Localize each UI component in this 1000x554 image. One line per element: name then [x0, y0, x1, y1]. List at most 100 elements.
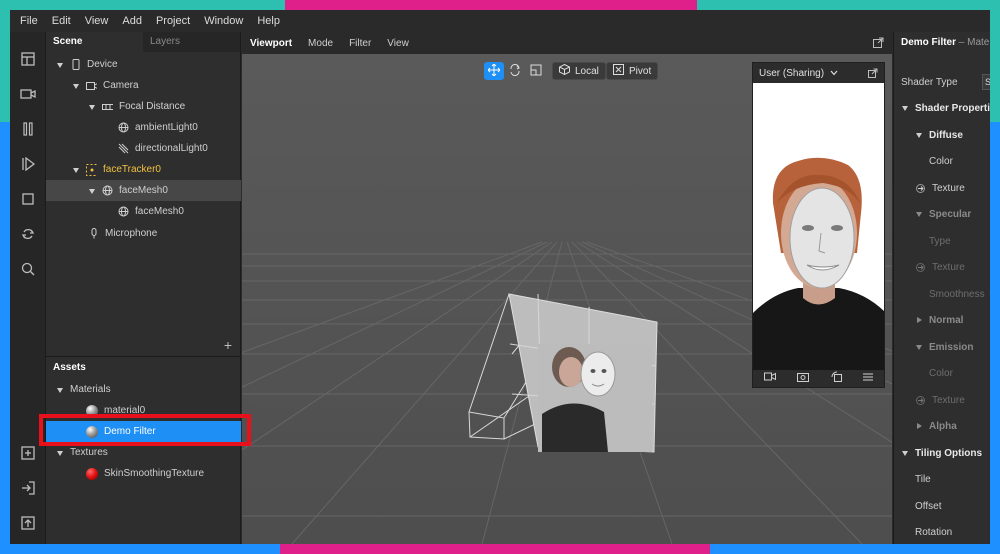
- search-icon[interactable]: [19, 260, 37, 278]
- move-tool-button[interactable]: [484, 62, 504, 80]
- property-label: Smoothness: [929, 288, 985, 300]
- scale-icon: [530, 64, 542, 79]
- expand-icon[interactable]: [873, 37, 884, 51]
- property-diffuse-texture: Texture: [894, 175, 990, 201]
- arrow-right-icon[interactable]: [915, 183, 926, 194]
- chevron-down-icon[interactable]: [830, 68, 838, 79]
- asset-group-materials[interactable]: Materials: [46, 379, 241, 400]
- chevron-down-icon[interactable]: [915, 131, 923, 139]
- screenshot-icon[interactable]: [797, 372, 810, 385]
- tab-filter[interactable]: Filter: [349, 38, 371, 49]
- chevron-down-icon[interactable]: [72, 166, 80, 174]
- phone-icon: [70, 59, 81, 70]
- face-tracker-icon: [86, 163, 97, 176]
- import-icon[interactable]: [19, 479, 37, 497]
- section-emission[interactable]: Emission: [894, 334, 990, 360]
- menu-project[interactable]: Project: [156, 15, 190, 27]
- section-diffuse[interactable]: Diffuse: [894, 122, 990, 148]
- chevron-down-icon[interactable]: [915, 343, 923, 351]
- section-tiling-options[interactable]: Tiling Options: [894, 440, 990, 466]
- chevron-down-icon[interactable]: [915, 210, 923, 218]
- shader-type-dropdown[interactable]: S: [982, 74, 990, 90]
- chevron-down-icon[interactable]: [88, 187, 96, 195]
- inspector-title-suffix: – Mate: [958, 37, 990, 48]
- pause-icon[interactable]: [19, 120, 37, 138]
- menu-window[interactable]: Window: [204, 15, 243, 27]
- layout-icon[interactable]: [19, 50, 37, 68]
- asset-item-label: Demo Filter: [104, 426, 156, 437]
- menu-file[interactable]: File: [20, 15, 38, 27]
- tree-item-face-tracker[interactable]: faceTracker0: [46, 159, 241, 180]
- tab-view[interactable]: View: [387, 38, 409, 49]
- menu-view[interactable]: View: [85, 15, 109, 27]
- video-camera-icon[interactable]: [763, 372, 776, 384]
- arrow-right-icon[interactable]: [915, 395, 926, 406]
- stop-icon[interactable]: [19, 190, 37, 208]
- tab-viewport[interactable]: Viewport: [250, 38, 292, 49]
- pivot-toggle-button[interactable]: Pivot: [606, 62, 659, 80]
- add-folder-icon[interactable]: [19, 444, 37, 462]
- ambient-light-icon: [118, 122, 129, 133]
- cube-icon: [559, 63, 570, 78]
- property-label: Color: [929, 367, 953, 379]
- menu-edit[interactable]: Edit: [52, 15, 71, 27]
- add-object-button[interactable]: +: [224, 337, 232, 353]
- section-normal[interactable]: Normal: [894, 307, 990, 333]
- tree-item-directional-light[interactable]: directionalLight0: [46, 138, 241, 159]
- local-toggle-button[interactable]: Local: [552, 62, 606, 80]
- device-preview-panel: User (Sharing): [752, 62, 885, 388]
- chevron-down-icon[interactable]: [901, 449, 909, 457]
- chevron-right-icon[interactable]: [915, 422, 923, 430]
- asset-group-textures[interactable]: Textures: [46, 442, 241, 463]
- property-label: Offset: [915, 500, 942, 512]
- menu-help[interactable]: Help: [257, 15, 280, 27]
- tree-item-face-mesh-child[interactable]: faceMesh0: [46, 201, 241, 222]
- chevron-down-icon[interactable]: [901, 104, 909, 112]
- section-specular[interactable]: Specular: [894, 201, 990, 227]
- mesh-icon: [102, 185, 113, 196]
- chevron-down-icon[interactable]: [56, 449, 64, 457]
- pivot-icon: [613, 64, 624, 78]
- asset-item-material0[interactable]: material0: [46, 400, 241, 421]
- asset-item-skin-smoothing-texture[interactable]: SkinSmoothingTexture: [46, 463, 241, 484]
- rotate-device-icon[interactable]: [831, 371, 842, 385]
- section-alpha[interactable]: Alpha: [894, 413, 990, 439]
- tree-item-camera[interactable]: Camera: [46, 75, 241, 96]
- shader-type-label: Shader Type: [901, 76, 958, 88]
- asset-group-label: Materials: [70, 384, 111, 395]
- camera-icon[interactable]: [19, 85, 37, 103]
- chevron-down-icon[interactable]: [88, 103, 96, 111]
- tree-item-microphone[interactable]: Microphone: [46, 223, 241, 244]
- preview-screen[interactable]: [753, 83, 884, 370]
- tree-item-label: Device: [87, 59, 118, 70]
- tree-item-face-mesh[interactable]: faceMesh0: [46, 180, 241, 201]
- chevron-down-icon[interactable]: [56, 386, 64, 394]
- tab-layers[interactable]: Layers: [143, 32, 240, 52]
- section-shader-properties[interactable]: Shader Properties: [894, 95, 990, 121]
- scale-tool-button[interactable]: [526, 62, 546, 80]
- tree-item-focal-distance[interactable]: Focal Distance: [46, 96, 241, 117]
- property-smoothness: Smoothness: [894, 281, 990, 307]
- tree-item-label: Camera: [103, 80, 139, 91]
- open-external-icon[interactable]: [868, 68, 878, 81]
- camera-icon: [86, 80, 97, 91]
- tab-mode[interactable]: Mode: [308, 38, 333, 49]
- frame-top-right-band: [697, 0, 1000, 10]
- menu-add[interactable]: Add: [122, 15, 142, 27]
- chevron-down-icon[interactable]: [56, 61, 64, 69]
- tab-scene[interactable]: Scene: [46, 32, 143, 52]
- pivot-label: Pivot: [629, 65, 652, 77]
- menu-icon[interactable]: [863, 373, 874, 384]
- chevron-down-icon[interactable]: [72, 82, 80, 90]
- play-step-icon[interactable]: [19, 155, 37, 173]
- property-label: Type: [929, 235, 951, 247]
- rotate-tool-button[interactable]: [505, 62, 525, 80]
- chevron-right-icon[interactable]: [915, 316, 923, 324]
- export-icon[interactable]: [19, 514, 37, 532]
- refresh-icon[interactable]: [19, 225, 37, 243]
- tree-item-device[interactable]: Device: [46, 54, 241, 75]
- arrow-right-icon[interactable]: [915, 262, 926, 273]
- preview-label[interactable]: User (Sharing): [759, 68, 824, 79]
- tree-item-ambient-light[interactable]: ambientLight0: [46, 117, 241, 138]
- asset-item-demo-filter[interactable]: Demo Filter: [46, 421, 241, 442]
